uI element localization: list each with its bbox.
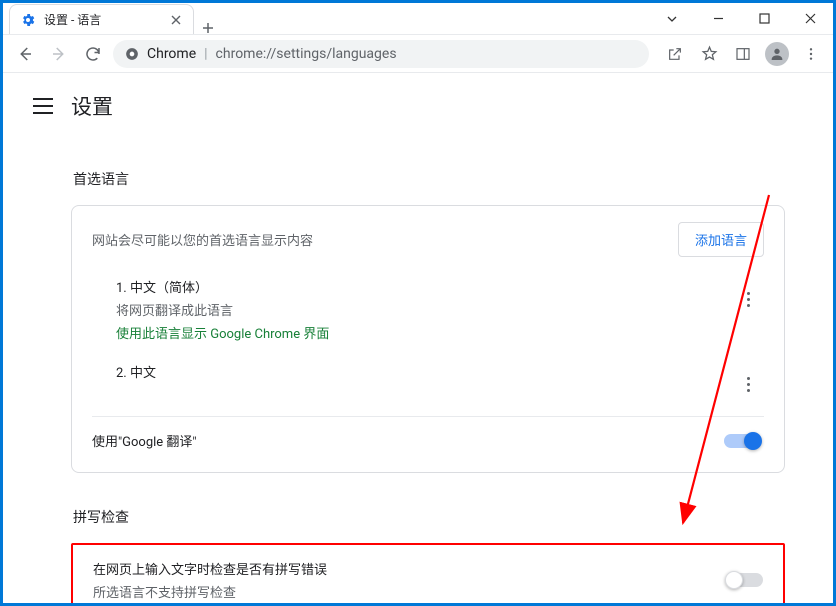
language-name: 1. 中文（简体） bbox=[116, 277, 329, 296]
window-dropdown-icon[interactable] bbox=[649, 3, 695, 34]
spellcheck-title: 在网页上输入文字时检查是否有拼写错误 bbox=[93, 559, 327, 578]
spellcheck-section-title: 拼写检查 bbox=[73, 507, 785, 527]
preferred-languages-title: 首选语言 bbox=[73, 169, 785, 189]
language-more-icon[interactable] bbox=[736, 372, 760, 396]
chrome-menu-icon[interactable] bbox=[797, 40, 825, 68]
settings-menu-icon[interactable] bbox=[33, 98, 53, 114]
back-button[interactable] bbox=[11, 40, 39, 68]
preferred-languages-description: 网站会尽可能以您的首选语言显示内容 bbox=[92, 230, 313, 249]
chrome-logo-icon bbox=[125, 47, 139, 61]
spellcheck-card: 在网页上输入文字时检查是否有拼写错误 所选语言不支持拼写检查 bbox=[71, 543, 785, 603]
reload-button[interactable] bbox=[79, 40, 107, 68]
bookmark-star-icon[interactable] bbox=[695, 40, 723, 68]
profile-avatar[interactable] bbox=[763, 40, 791, 68]
address-bar[interactable]: Chrome | chrome://settings/languages bbox=[113, 40, 649, 68]
omnibox-host: Chrome bbox=[147, 46, 196, 62]
window-close-button[interactable] bbox=[787, 3, 833, 34]
spellcheck-toggle[interactable] bbox=[727, 573, 763, 587]
tab-title: 设置 - 语言 bbox=[44, 11, 101, 28]
language-name: 2. 中文 bbox=[116, 362, 156, 381]
google-translate-label: 使用"Google 翻译" bbox=[92, 431, 197, 450]
language-item: 1. 中文（简体） 将网页翻译成此语言 使用此语言显示 Google Chrom… bbox=[92, 271, 764, 356]
side-panel-icon[interactable] bbox=[729, 40, 757, 68]
google-translate-toggle[interactable] bbox=[724, 434, 760, 448]
settings-favicon bbox=[20, 12, 36, 28]
browser-tab[interactable]: 设置 - 语言 bbox=[9, 4, 194, 34]
page-title: 设置 bbox=[71, 91, 113, 121]
language-item: 2. 中文 bbox=[92, 356, 764, 410]
omnibox-path: chrome://settings/languages bbox=[216, 46, 397, 62]
add-language-button[interactable]: 添加语言 bbox=[678, 222, 764, 257]
new-tab-button[interactable] bbox=[194, 22, 222, 34]
window-maximize-button[interactable] bbox=[741, 3, 787, 34]
share-icon[interactable] bbox=[661, 40, 689, 68]
language-note: 使用此语言显示 Google Chrome 界面 bbox=[116, 323, 329, 342]
preferred-languages-card: 网站会尽可能以您的首选语言显示内容 添加语言 1. 中文（简体） 将网页翻译成此… bbox=[71, 205, 785, 473]
language-sub: 将网页翻译成此语言 bbox=[116, 300, 329, 319]
window-minimize-button[interactable] bbox=[695, 3, 741, 34]
language-more-icon[interactable] bbox=[736, 287, 760, 311]
tab-close-icon[interactable] bbox=[169, 13, 183, 27]
spellcheck-sub: 所选语言不支持拼写检查 bbox=[93, 582, 327, 601]
forward-button[interactable] bbox=[45, 40, 73, 68]
